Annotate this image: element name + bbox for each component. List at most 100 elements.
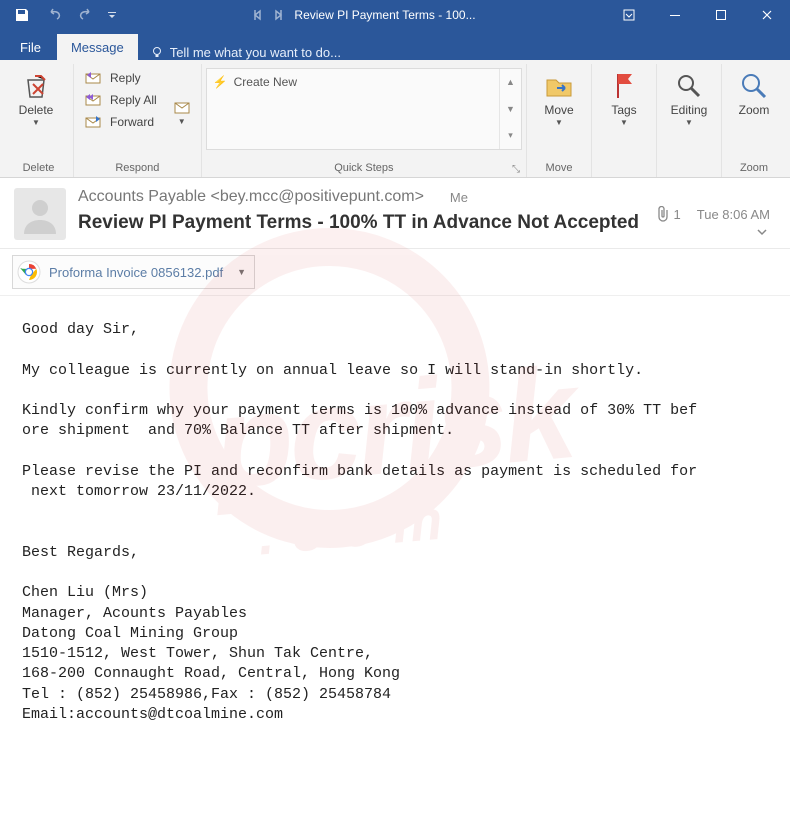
respond-more-button[interactable]: ▼ <box>165 66 199 160</box>
close-button[interactable] <box>744 0 790 30</box>
title-bar: Review PI Payment Terms - 100... <box>0 0 790 30</box>
save-button[interactable] <box>8 1 36 29</box>
undo-button[interactable] <box>40 1 68 29</box>
redo-button[interactable] <box>72 1 100 29</box>
group-move: Move ▼ Move <box>527 64 592 177</box>
tags-label: Tags <box>611 104 636 117</box>
group-move-label: Move <box>529 160 589 177</box>
tags-button[interactable]: Tags ▼ <box>594 66 654 131</box>
save-icon <box>14 7 30 23</box>
ribbon-tabs: File Message Tell me what you want to do… <box>0 30 790 60</box>
tell-me-placeholder: Tell me what you want to do... <box>170 45 341 60</box>
group-editing: Editing ▼ <box>657 64 722 177</box>
window-title: Review PI Payment Terms - 100... <box>120 8 606 22</box>
window-title-text: Review PI Payment Terms - 100... <box>294 8 475 22</box>
zoom-button[interactable]: Zoom <box>724 66 784 121</box>
undo-icon <box>46 7 62 23</box>
minimize-button[interactable] <box>652 0 698 30</box>
folder-move-icon <box>543 70 575 102</box>
group-tags: Tags ▼ <box>592 64 657 177</box>
zoom-label: Zoom <box>739 104 770 117</box>
chevron-down-icon: ▼ <box>555 119 563 127</box>
reply-all-label: Reply All <box>110 93 157 107</box>
chevron-down-icon: ▼ <box>178 118 186 126</box>
delete-label: Delete <box>19 104 54 117</box>
group-delete: Delete ▼ Delete <box>4 64 74 177</box>
tab-file[interactable]: File <box>6 34 55 60</box>
tell-me-search[interactable]: Tell me what you want to do... <box>140 45 351 60</box>
reply-label: Reply <box>110 71 141 85</box>
zoom-icon <box>738 70 770 102</box>
message-subject: Review PI Payment Terms - 100% TT in Adv… <box>78 212 644 234</box>
from-field: Accounts Payable <bey.mcc@positivepunt.c… <box>78 188 424 206</box>
maximize-icon <box>715 9 727 21</box>
forward-label: Forward <box>110 115 154 129</box>
reply-all-icon <box>84 92 104 108</box>
window-controls <box>606 0 790 30</box>
redo-icon <box>78 7 94 23</box>
chevron-down-icon <box>756 226 768 238</box>
quicksteps-expand[interactable]: ▾ <box>500 122 521 149</box>
chevron-down-icon: ▼ <box>685 119 693 127</box>
minimize-icon <box>669 9 681 21</box>
group-zoom-label: Zoom <box>724 160 784 177</box>
attachment-name: Proforma Invoice 0856132.pdf <box>49 265 223 280</box>
attachment-row: Proforma Invoice 0856132.pdf ▼ <box>0 249 790 296</box>
quicksteps-down[interactable]: ▼ <box>500 96 521 123</box>
qat-customize-button[interactable] <box>104 1 120 29</box>
more-respond-icon <box>172 100 192 116</box>
prev-item-icon <box>272 8 286 22</box>
chevron-down-icon <box>107 10 117 20</box>
message-date: Tue 8:06 AM <box>697 207 770 222</box>
delete-icon <box>20 70 52 102</box>
lightbulb-icon <box>150 46 164 60</box>
ribbon-options-button[interactable] <box>606 0 652 30</box>
quickstep-empty[interactable] <box>353 69 499 149</box>
dialog-launcher-icon[interactable]: ⤡ <box>512 164 520 175</box>
close-icon <box>761 9 773 21</box>
reply-button[interactable]: Reply <box>80 68 161 88</box>
move-label: Move <box>544 104 573 117</box>
attachment-indicator: 1 <box>656 206 681 222</box>
group-quicksteps: ⚡ Create New ▲ ▼ ▾ Quick Steps ⤡ <box>202 64 527 177</box>
editing-button[interactable]: Editing ▼ <box>659 66 719 131</box>
forward-icon <box>84 114 104 130</box>
reply-all-button[interactable]: Reply All <box>80 90 161 110</box>
find-icon <box>673 70 705 102</box>
expand-header-button[interactable] <box>752 222 772 242</box>
quicksteps-up[interactable]: ▲ <box>500 69 521 96</box>
ribbon-caret-icon <box>622 8 636 22</box>
group-delete-label: Delete <box>6 160 71 177</box>
message-header: Accounts Payable <bey.mcc@positivepunt.c… <box>0 178 790 249</box>
chevron-down-icon: ▼ <box>32 119 40 127</box>
group-respond-label: Respond <box>76 160 199 177</box>
group-quicksteps-label: Quick Steps ⤡ <box>204 160 524 177</box>
chevron-down-icon: ▼ <box>620 119 628 127</box>
from-address: <bey.mcc@positivepunt.com> <box>211 188 424 205</box>
avatar <box>14 188 66 240</box>
ribbon: Delete ▼ Delete Reply Reply All Forward <box>0 60 790 178</box>
to-field: Me <box>450 190 468 205</box>
chevron-down-icon: ▼ <box>237 267 246 277</box>
chrome-icon <box>17 260 41 284</box>
forward-button[interactable]: Forward <box>80 112 161 132</box>
maximize-button[interactable] <box>698 0 744 30</box>
group-zoom: Zoom Zoom <box>722 64 786 177</box>
lightning-icon: ⚡ <box>213 75 228 89</box>
flag-icon <box>608 70 640 102</box>
reply-icon <box>84 70 104 86</box>
paperclip-icon <box>656 206 670 222</box>
move-button[interactable]: Move ▼ <box>529 66 589 131</box>
editing-label: Editing <box>671 104 708 117</box>
next-item-icon <box>250 8 264 22</box>
delete-button[interactable]: Delete ▼ <box>6 66 66 131</box>
quickstep-label: Create New <box>234 75 297 89</box>
attachment-count: 1 <box>674 207 681 222</box>
quickstep-create-new[interactable]: ⚡ Create New <box>207 69 353 149</box>
group-tags-label <box>594 160 654 177</box>
tab-message[interactable]: Message <box>57 34 138 60</box>
attachment-chip[interactable]: Proforma Invoice 0856132.pdf ▼ <box>12 255 255 289</box>
group-editing-label <box>659 160 719 177</box>
person-icon <box>20 194 60 234</box>
group-respond: Reply Reply All Forward ▼ Respond <box>74 64 202 177</box>
